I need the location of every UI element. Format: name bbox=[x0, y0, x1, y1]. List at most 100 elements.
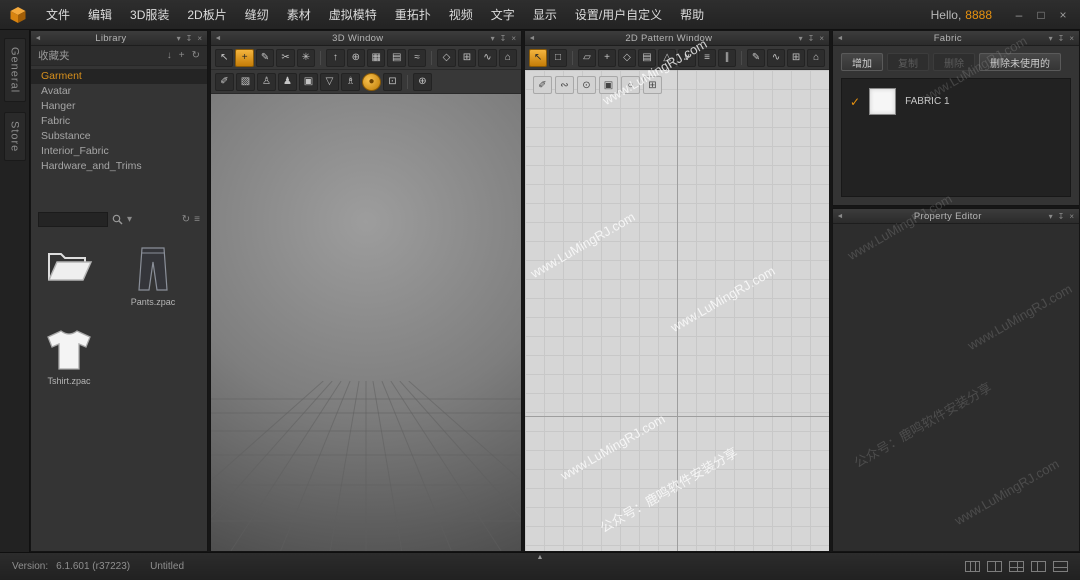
rect-icon[interactable]: ▤ bbox=[638, 49, 656, 67]
collapse-left-icon[interactable]: ◄ bbox=[833, 35, 847, 42]
3d-viewport[interactable] bbox=[211, 94, 521, 551]
pants-thumb[interactable]: Pants.zpac bbox=[125, 246, 181, 307]
hanger-icon[interactable]: ⌂ bbox=[807, 49, 825, 67]
circle-icon[interactable]: ○ bbox=[621, 76, 640, 94]
settings-icon[interactable]: ⌂ bbox=[499, 49, 517, 67]
fabric-list-item[interactable]: ✓ FABRIC 1 bbox=[850, 88, 1062, 115]
mannequin-icon[interactable]: ♗ bbox=[341, 73, 360, 91]
add-favorite-icon[interactable]: + bbox=[179, 50, 185, 61]
side-tab-general[interactable]: General bbox=[4, 38, 26, 102]
panel-close-icon[interactable]: × bbox=[511, 34, 516, 43]
library-item-hardware-trims[interactable]: Hardware_and_Trims bbox=[31, 159, 207, 174]
menu-help[interactable]: 帮助 bbox=[671, 0, 713, 30]
wind-icon[interactable]: ≈ bbox=[408, 49, 426, 67]
menu-2d-pattern[interactable]: 2D板片 bbox=[178, 0, 235, 30]
library-item-avatar[interactable]: Avatar bbox=[31, 84, 207, 99]
library-item-interior-fabric[interactable]: Interior_Fabric bbox=[31, 144, 207, 159]
transform-icon[interactable]: ↖ bbox=[529, 49, 547, 67]
fabric-add-button[interactable]: 增加 bbox=[841, 53, 883, 71]
username-label[interactable]: 8888 bbox=[965, 8, 992, 22]
menu-3d-garment[interactable]: 3D服装 bbox=[121, 0, 178, 30]
collapse-left-icon[interactable]: ◄ bbox=[211, 35, 225, 42]
measure-icon[interactable]: ⊞ bbox=[458, 49, 476, 67]
refresh-icon[interactable]: ↻ bbox=[192, 50, 200, 61]
refresh-view-icon[interactable]: ↻ bbox=[182, 215, 190, 225]
panel-pin-icon[interactable]: ↧ bbox=[186, 34, 193, 43]
select-icon[interactable]: ↖ bbox=[215, 49, 233, 67]
panel-caret-icon[interactable]: ▾ bbox=[1049, 212, 1053, 221]
panel-caret-icon[interactable]: ▾ bbox=[177, 34, 181, 43]
panel-close-icon[interactable]: × bbox=[819, 34, 824, 43]
library-item-fabric[interactable]: Fabric bbox=[31, 114, 207, 129]
pen2d-icon[interactable]: ✎ bbox=[747, 49, 765, 67]
fold-icon[interactable]: ◇ bbox=[437, 49, 455, 67]
panel-caret-icon[interactable]: ▾ bbox=[1049, 34, 1053, 43]
menu-settings-custom[interactable]: 设置/用户自定义 bbox=[566, 0, 671, 30]
tshirt-tool-icon[interactable]: ▽ bbox=[320, 73, 339, 91]
curve-icon[interactable]: ∿ bbox=[767, 49, 785, 67]
arrow-up-icon[interactable]: ↑ bbox=[326, 49, 344, 67]
tshirt-thumb[interactable]: Tshirt.zpac bbox=[41, 329, 97, 386]
trace-icon[interactable]: ⊞ bbox=[787, 49, 805, 67]
layout-sidebar-icon[interactable] bbox=[1031, 561, 1046, 572]
library-item-garment[interactable]: Garment bbox=[31, 69, 207, 84]
menu-file[interactable]: 文件 bbox=[37, 0, 79, 30]
collapse-left-icon[interactable]: ◄ bbox=[833, 213, 847, 220]
fabric-swatch[interactable] bbox=[869, 88, 896, 115]
menu-sewing[interactable]: 缝纫 bbox=[236, 0, 278, 30]
pattern-icon[interactable]: ▱ bbox=[578, 49, 596, 67]
gizmo-icon[interactable]: ✳ bbox=[297, 49, 315, 67]
search-icon[interactable] bbox=[112, 214, 123, 225]
2d-viewport[interactable]: ✐ ∾ ⊙ ▣ ○ ⊞ bbox=[525, 70, 829, 551]
fabric-delete-unused-button[interactable]: 删除未使用的 bbox=[979, 53, 1061, 71]
panel-caret-icon[interactable]: ▾ bbox=[491, 34, 495, 43]
pen-icon[interactable]: ✎ bbox=[256, 49, 274, 67]
parallel-icon[interactable]: ∥ bbox=[718, 49, 736, 67]
library-item-substance[interactable]: Substance bbox=[31, 129, 207, 144]
brush-icon[interactable]: ✐ bbox=[215, 73, 234, 91]
add-pin-icon[interactable]: + bbox=[235, 49, 253, 67]
panel-pin-icon[interactable]: ↧ bbox=[1058, 34, 1065, 43]
layout-two-pane-icon[interactable] bbox=[987, 561, 1002, 572]
panel-pin-icon[interactable]: ↧ bbox=[500, 34, 507, 43]
layout-three-columns-icon[interactable] bbox=[965, 561, 980, 572]
magnet-icon[interactable]: ⊙ bbox=[577, 76, 596, 94]
curve2-icon[interactable]: ∾ bbox=[555, 76, 574, 94]
export-avatar-icon[interactable]: ⊕ bbox=[413, 73, 432, 91]
list-view-icon[interactable]: ≡ bbox=[194, 215, 200, 225]
grid2-icon[interactable]: ⊞ bbox=[643, 76, 662, 94]
collapse-left-icon[interactable]: ◄ bbox=[525, 35, 539, 42]
menu-text[interactable]: 文字 bbox=[482, 0, 524, 30]
statusbar-collapse-icon[interactable]: ▲ bbox=[537, 554, 544, 561]
box-icon[interactable]: ▣ bbox=[299, 73, 318, 91]
close-button[interactable]: × bbox=[1054, 0, 1072, 30]
collapse-left-icon[interactable]: ◄ bbox=[31, 35, 45, 42]
fabric-copy-button[interactable]: 复制 bbox=[887, 53, 929, 71]
menu-display[interactable]: 显示 bbox=[524, 0, 566, 30]
menu-edit[interactable]: 编辑 bbox=[79, 0, 121, 30]
pose-icon[interactable]: ♟ bbox=[278, 73, 297, 91]
panel-caret-icon[interactable]: ▾ bbox=[799, 34, 803, 43]
attach-icon[interactable]: ⊕ bbox=[347, 49, 365, 67]
menu-avatar[interactable]: 虚拟模特 bbox=[320, 0, 386, 30]
library-search-input[interactable] bbox=[38, 212, 108, 227]
panel-close-icon[interactable]: × bbox=[1069, 34, 1074, 43]
dart-icon[interactable]: △ bbox=[658, 49, 676, 67]
layout-rows-icon[interactable] bbox=[1053, 561, 1068, 572]
panel-close-icon[interactable]: × bbox=[1069, 212, 1074, 221]
avatar-icon[interactable]: ♙ bbox=[257, 73, 276, 91]
menu-retopology[interactable]: 重拓扑 bbox=[386, 0, 440, 30]
scissors-icon[interactable]: ✂ bbox=[276, 49, 294, 67]
swatch-icon[interactable]: ▣ bbox=[599, 76, 618, 94]
table-icon[interactable]: ▦ bbox=[367, 49, 385, 67]
import-icon[interactable]: ↓ bbox=[167, 50, 172, 61]
seam-icon[interactable]: ≡ bbox=[698, 49, 716, 67]
folder-thumb[interactable] bbox=[41, 246, 97, 307]
menu-video[interactable]: 视频 bbox=[440, 0, 482, 30]
panel-pin-icon[interactable]: ↧ bbox=[808, 34, 815, 43]
maximize-button[interactable]: □ bbox=[1032, 0, 1050, 30]
edit-pen-icon[interactable]: ✐ bbox=[533, 76, 552, 94]
add-point-icon[interactable]: + bbox=[598, 49, 616, 67]
wave-icon[interactable]: ∿ bbox=[478, 49, 496, 67]
grid-icon[interactable]: ▤ bbox=[387, 49, 405, 67]
